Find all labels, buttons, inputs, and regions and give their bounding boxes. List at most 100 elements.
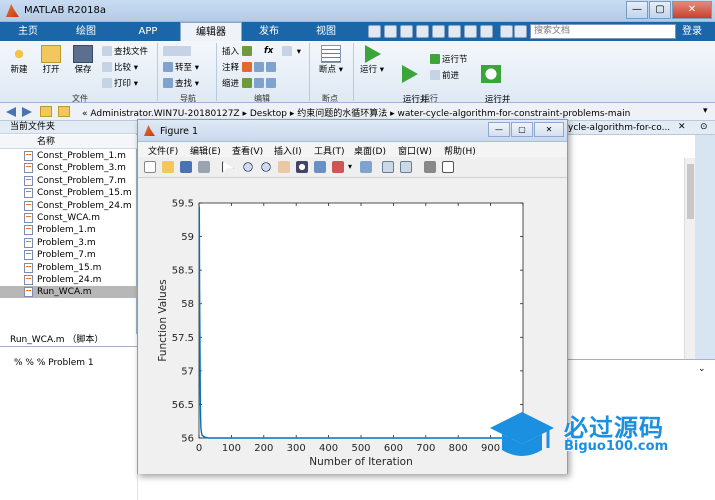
fx-button[interactable]: fx	[264, 46, 273, 57]
tab-plots[interactable]: 绘图	[66, 22, 106, 41]
tab-home[interactable]: 主页	[8, 22, 48, 41]
search-input[interactable]: 搜索文档	[530, 24, 676, 39]
up-folder-icon[interactable]	[40, 106, 52, 117]
new-button[interactable]: 新建	[6, 45, 32, 75]
zoom-in-icon[interactable]	[242, 161, 254, 173]
figure-close-button[interactable]: ✕	[534, 122, 564, 137]
paste-quick-icon[interactable]	[416, 25, 429, 38]
tab-editor[interactable]: 编辑器	[180, 22, 242, 41]
file-list-item[interactable]: Run_WCA.m	[0, 286, 137, 299]
brush-icon[interactable]	[332, 161, 344, 173]
name-column-header[interactable]: 名称	[0, 135, 137, 149]
forward-icon[interactable]	[22, 107, 32, 117]
figure-minimize-button[interactable]: —	[488, 122, 510, 137]
rotate-icon[interactable]	[296, 161, 308, 173]
editor-tab-label[interactable]: ycle-algorithm-for-co...	[568, 123, 670, 133]
breadcrumb-segment[interactable]: Desktop	[250, 109, 287, 119]
undo-quick-icon[interactable]	[432, 25, 445, 38]
advance-button[interactable]: 前进	[430, 70, 459, 82]
breadcrumb-segment[interactable]: 约束问题的水循环算法	[297, 109, 387, 119]
figure-menu-item[interactable]: 查看(V)	[232, 144, 263, 157]
help-icon[interactable]	[514, 25, 527, 38]
figure-menu-item[interactable]: 编辑(E)	[190, 144, 221, 157]
help-quick-icon[interactable]	[480, 25, 493, 38]
figure-logo-icon	[144, 125, 155, 136]
cut-quick-icon[interactable]	[384, 25, 397, 38]
close-button[interactable]: ✕	[672, 1, 712, 19]
login-button[interactable]: 登录	[682, 22, 702, 41]
file-list-item[interactable]: Problem_3.m	[0, 237, 137, 249]
chevron-down-icon[interactable]: ▾	[703, 106, 708, 116]
figure-menu-item[interactable]: 桌面(D)	[354, 144, 386, 157]
figure-restore-button[interactable]: ▢	[511, 122, 533, 137]
edit-tools[interactable]: ▾	[282, 46, 301, 58]
save-button[interactable]: 保存	[70, 45, 96, 75]
minimize-button[interactable]: —	[626, 1, 648, 19]
find-files-button[interactable]: 查找文件	[102, 46, 148, 58]
print-button[interactable]: 打印 ▾	[102, 78, 138, 90]
file-list-item[interactable]: Problem_24.m	[0, 274, 137, 286]
nav-arrows[interactable]	[163, 46, 193, 58]
insert-button[interactable]: 插入	[222, 46, 254, 58]
tab-close-icon[interactable]: ✕	[678, 122, 686, 132]
maximize-button[interactable]: ▢	[649, 1, 671, 19]
figure-menu-item[interactable]: 帮助(H)	[444, 144, 476, 157]
goto-button[interactable]: 转至 ▾	[163, 62, 199, 74]
print-figure-icon[interactable]	[198, 161, 210, 173]
indent-icon	[253, 78, 264, 88]
tab-menu-icon[interactable]: ⊙	[700, 122, 708, 132]
editor-scrollbar[interactable]	[684, 158, 695, 363]
figure-menu-item[interactable]: 窗口(W)	[398, 144, 432, 157]
y-tick-label: 58.5	[172, 266, 194, 277]
redo-quick-icon[interactable]	[448, 25, 461, 38]
scroll-thumb[interactable]	[687, 164, 694, 219]
colorbar-icon[interactable]	[382, 161, 394, 173]
save-quick-icon[interactable]	[368, 25, 381, 38]
breadcrumb-segment[interactable]: water-cycle-algorithm-for-constraint-pro…	[398, 109, 631, 119]
file-list-item[interactable]: Const_Problem_1.m	[0, 150, 137, 162]
open-button[interactable]: 打开	[38, 45, 64, 75]
figure-menu-item[interactable]: 文件(F)	[148, 144, 178, 157]
tab-apps[interactable]: APP	[124, 22, 172, 41]
file-list-item[interactable]: Const_Problem_7.m	[0, 175, 137, 187]
dropdown-icon[interactable]	[500, 25, 513, 38]
data-cursor-icon[interactable]	[314, 161, 326, 173]
run-section-button[interactable]: 运行节	[430, 54, 468, 66]
file-list-item[interactable]: Const_Problem_3.m	[0, 162, 137, 174]
switch-window-icon[interactable]	[464, 25, 477, 38]
browse-folder-icon[interactable]	[58, 106, 70, 117]
legend-icon[interactable]	[400, 161, 412, 173]
tab-view[interactable]: 视图	[303, 22, 349, 41]
file-list-item[interactable]: Problem_7.m	[0, 249, 137, 261]
breadcrumb-segment[interactable]: Administrator.WIN7U-20180127Z	[90, 109, 239, 119]
file-list-item[interactable]: Const_WCA.m	[0, 212, 137, 224]
file-list-item[interactable]: Const_Problem_24.m	[0, 200, 137, 212]
show-tools-icon[interactable]	[442, 161, 454, 173]
comment-button[interactable]: 注释	[222, 62, 278, 74]
file-list-item[interactable]: Problem_15.m	[0, 262, 137, 274]
figure-menu-item[interactable]: 工具(T)	[314, 144, 345, 157]
back-icon[interactable]	[6, 107, 16, 117]
find-button[interactable]: 查找 ▾	[163, 78, 199, 90]
hide-tools-icon[interactable]	[424, 161, 436, 173]
new-figure-icon[interactable]	[144, 161, 156, 173]
file-list-item[interactable]: Problem_1.m	[0, 224, 137, 236]
compare-button[interactable]: 比较 ▾	[102, 62, 138, 74]
chevron-up-icon[interactable]: ⌄	[698, 364, 706, 374]
run-button[interactable]: 运行 ▾	[358, 45, 386, 75]
brush-dropdown-icon[interactable]: ▾	[348, 162, 352, 171]
open-file-icon[interactable]	[162, 161, 174, 173]
pointer-icon[interactable]	[222, 161, 234, 173]
copy-quick-icon[interactable]	[400, 25, 413, 38]
tab-publish[interactable]: 发布	[246, 22, 292, 41]
group-divider	[216, 43, 217, 101]
file-list-item[interactable]: Const_Problem_15.m	[0, 187, 137, 199]
zoom-out-icon[interactable]	[260, 161, 272, 173]
breakpoints-button[interactable]: 断点 ▾	[316, 45, 346, 75]
indent-button[interactable]: 缩进	[222, 78, 278, 90]
pan-icon[interactable]	[278, 161, 290, 173]
breadcrumb[interactable]: « Administrator.WIN7U-20180127Z ▸ Deskto…	[82, 106, 630, 119]
figure-menu-item[interactable]: 插入(I)	[274, 144, 302, 157]
link-plot-icon[interactable]	[360, 161, 372, 173]
save-figure-icon[interactable]	[180, 161, 192, 173]
